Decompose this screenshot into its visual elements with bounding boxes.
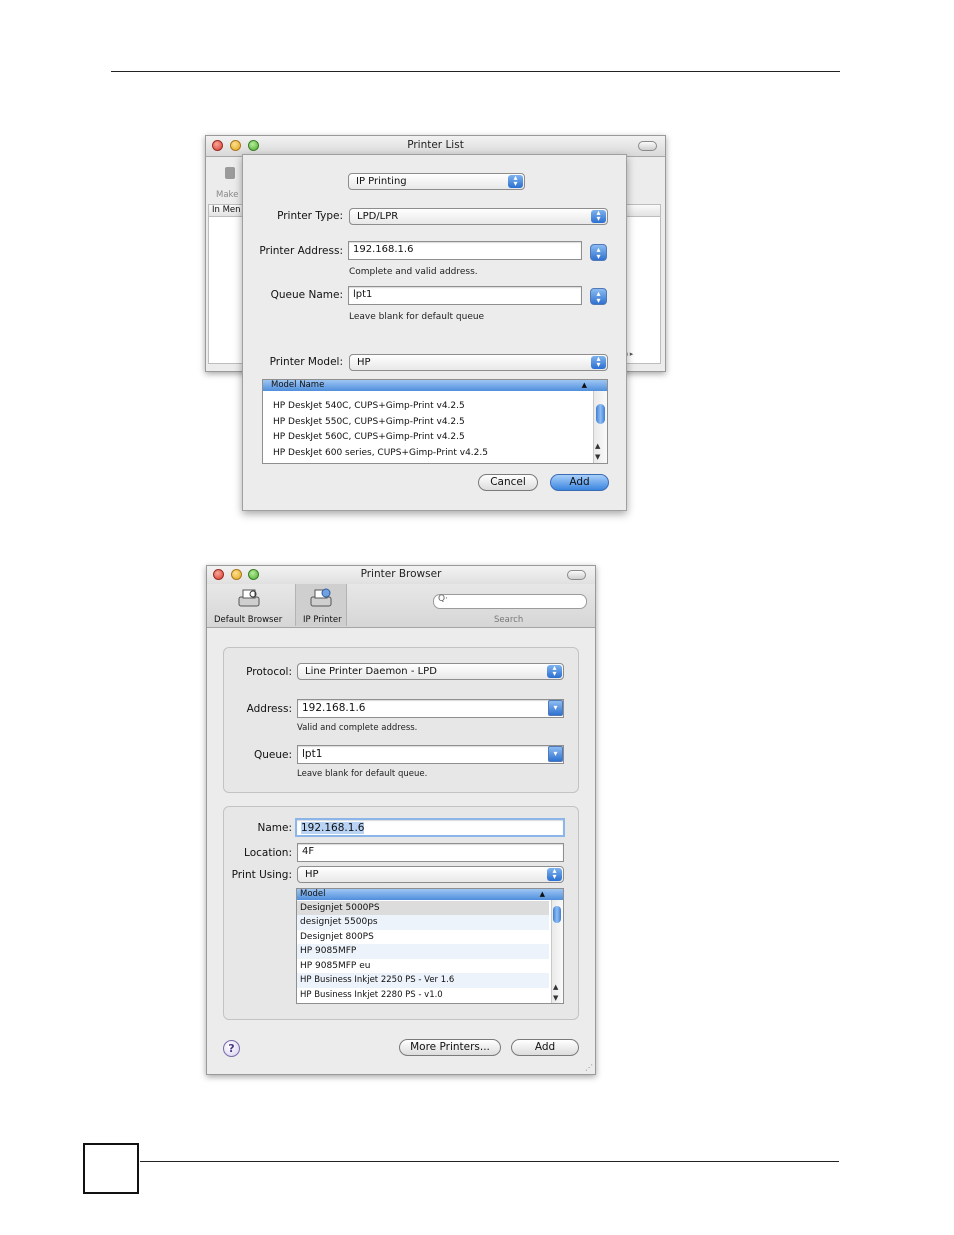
queue-dropdown-icon[interactable]: ▾ <box>548 746 563 762</box>
printer-address-label: Printer Address: <box>259 245 343 257</box>
sort-ascending-icon: ▲ <box>539 890 545 898</box>
resize-grip-icon[interactable]: ⋰ <box>585 1063 593 1072</box>
queue-history-button[interactable]: ▴ ▾ <box>590 288 607 305</box>
default-browser-icon[interactable] <box>236 587 262 615</box>
list-item[interactable]: HP DeskJet 540C, CUPS+Gimp-Print v4.2.5 <box>263 401 593 411</box>
printer-browser-window: Printer Browser Default Browser IP Print… <box>206 565 596 1075</box>
printer-model-value: HP <box>357 357 371 368</box>
queue-name-field[interactable]: lpt1 <box>348 286 582 305</box>
queue-label: Queue: <box>253 749 292 761</box>
scroll-down-icon[interactable]: ▼ <box>553 994 558 1002</box>
model-list-header[interactable]: Model Name <box>263 380 607 391</box>
address-label: Address: <box>246 703 292 715</box>
help-button[interactable]: ? <box>223 1040 240 1057</box>
header-rule <box>111 71 840 72</box>
ip-printer-tab-highlight[interactable]: IP Printer <box>295 584 347 626</box>
popup-arrows-icon: ▴ ▾ <box>547 867 562 881</box>
list-item[interactable]: Designjet 800PS <box>297 930 549 944</box>
queue-hint: Leave blank for default queue <box>349 312 485 322</box>
name-label: Name: <box>257 822 292 834</box>
name-value: 192.168.1.6 <box>301 822 365 834</box>
print-using-label: Print Using: <box>231 869 292 881</box>
address-dropdown-icon[interactable]: ▾ <box>548 700 563 716</box>
window-title: Printer Browser <box>360 568 442 580</box>
add-printer-sheet: IP Printing ▴ ▾ Printer Type: LPD/LPR ▴ ▾ … <box>242 154 627 511</box>
more-printers-button[interactable]: More Printers... <box>399 1039 501 1056</box>
connection-type-popup[interactable]: IP Printing ▴ ▾ <box>348 173 525 190</box>
protocol-label: Protocol: <box>246 666 292 678</box>
model-list-scrollbar[interactable]: ▲ ▼ <box>551 900 563 1003</box>
model-list[interactable]: Model Name ▲ HP DeskJet 540C, CUPS+Gimp-… <box>262 379 608 464</box>
search-icon: Q· <box>438 594 448 604</box>
list-item[interactable]: HP Business Inkjet 2280 PS - v1.0 <box>297 988 549 1002</box>
search-field[interactable]: Q· <box>433 594 587 609</box>
list-item[interactable]: HP 9085MFP eu <box>297 959 549 973</box>
queue-hint: Leave blank for default queue. <box>297 769 428 779</box>
page-number-box <box>83 1143 139 1194</box>
cancel-button[interactable]: Cancel <box>478 474 538 491</box>
print-using-value: HP <box>305 869 319 880</box>
queue-field[interactable]: lpt1 <box>297 745 564 764</box>
printer-address-field[interactable]: 192.168.1.6 <box>348 241 582 260</box>
popup-arrows-icon: ▴ ▾ <box>591 209 606 223</box>
connection-type-value: IP Printing <box>356 176 407 187</box>
list-item[interactable]: HP DeskJet 600 series, CUPS+Gimp-Print v… <box>263 448 593 458</box>
printer-type-popup[interactable]: LPD/LPR ▴ ▾ <box>349 208 608 225</box>
window-title: Printer List <box>407 139 464 151</box>
scroll-down-icon[interactable]: ▼ <box>595 453 600 461</box>
list-item[interactable]: designjet 5500ps <box>297 915 549 930</box>
footer-rule <box>140 1161 839 1162</box>
printer-model-label: Printer Model: <box>269 356 343 368</box>
address-hint: Valid and complete address. <box>297 723 418 733</box>
ip-printer-tab[interactable]: IP Printer <box>303 615 342 625</box>
printer-type-label: Printer Type: <box>277 210 343 222</box>
popup-arrows-icon: ▴ ▾ <box>508 174 523 188</box>
scroll-up-icon[interactable]: ▲ <box>553 983 558 991</box>
popup-arrows-icon: ▴ ▾ <box>547 664 562 678</box>
list-item[interactable]: HP DeskJet 560C, CUPS+Gimp-Print v4.2.5 <box>263 432 593 442</box>
sort-ascending-icon: ▲ <box>581 381 587 389</box>
list-item[interactable]: HP 9085MFP <box>297 944 549 959</box>
list-item[interactable]: Designjet 5000PS <box>297 901 549 915</box>
location-label: Location: <box>244 847 292 859</box>
scroll-up-icon[interactable]: ▲ <box>595 442 600 450</box>
search-label: Search <box>494 615 524 625</box>
scroll-thumb[interactable] <box>553 906 561 923</box>
address-hint: Complete and valid address. <box>349 267 478 277</box>
list-item[interactable]: HP Business Inkjet 2250 PS - Ver 1.6 <box>297 973 549 988</box>
print-using-popup[interactable]: HP ▴ ▾ <box>297 866 564 883</box>
list-item[interactable]: HP DeskJet 550C, CUPS+Gimp-Print v4.2.5 <box>263 417 593 427</box>
printer-type-value: LPD/LPR <box>357 211 399 222</box>
popup-arrows-icon: ▴ ▾ <box>591 355 606 369</box>
protocol-popup[interactable]: Line Printer Daemon - LPD ▴ ▾ <box>297 663 564 680</box>
scroll-thumb[interactable] <box>596 404 605 424</box>
printer-model-popup[interactable]: HP ▴ ▾ <box>349 354 608 371</box>
title-bar[interactable]: Printer Browser <box>207 566 595 584</box>
toolbar: Default Browser IP Printer Q· Search <box>207 584 595 628</box>
model-list-scrollbar[interactable]: ▲ ▼ <box>593 391 607 463</box>
make-default-button[interactable]: Make <box>216 190 238 200</box>
default-browser-tab[interactable]: Default Browser <box>214 615 282 625</box>
name-field[interactable]: 192.168.1.6 <box>295 818 565 837</box>
toolbar-toggle-icon[interactable] <box>567 570 586 580</box>
model-list-header[interactable]: Model <box>297 889 563 900</box>
location-field[interactable]: 4F <box>297 843 564 862</box>
add-button[interactable]: Add <box>511 1039 579 1056</box>
add-button[interactable]: Add <box>550 474 609 491</box>
address-field[interactable]: 192.168.1.6 <box>297 699 564 718</box>
protocol-value: Line Printer Daemon - LPD <box>305 666 437 677</box>
model-list[interactable]: Model ▲ Designjet 5000PS designjet 5500p… <box>296 888 564 1004</box>
toolbar-toggle-icon[interactable] <box>638 141 657 151</box>
address-history-button[interactable]: ▴ ▾ <box>590 244 607 261</box>
queue-name-label: Queue Name: <box>270 289 343 301</box>
